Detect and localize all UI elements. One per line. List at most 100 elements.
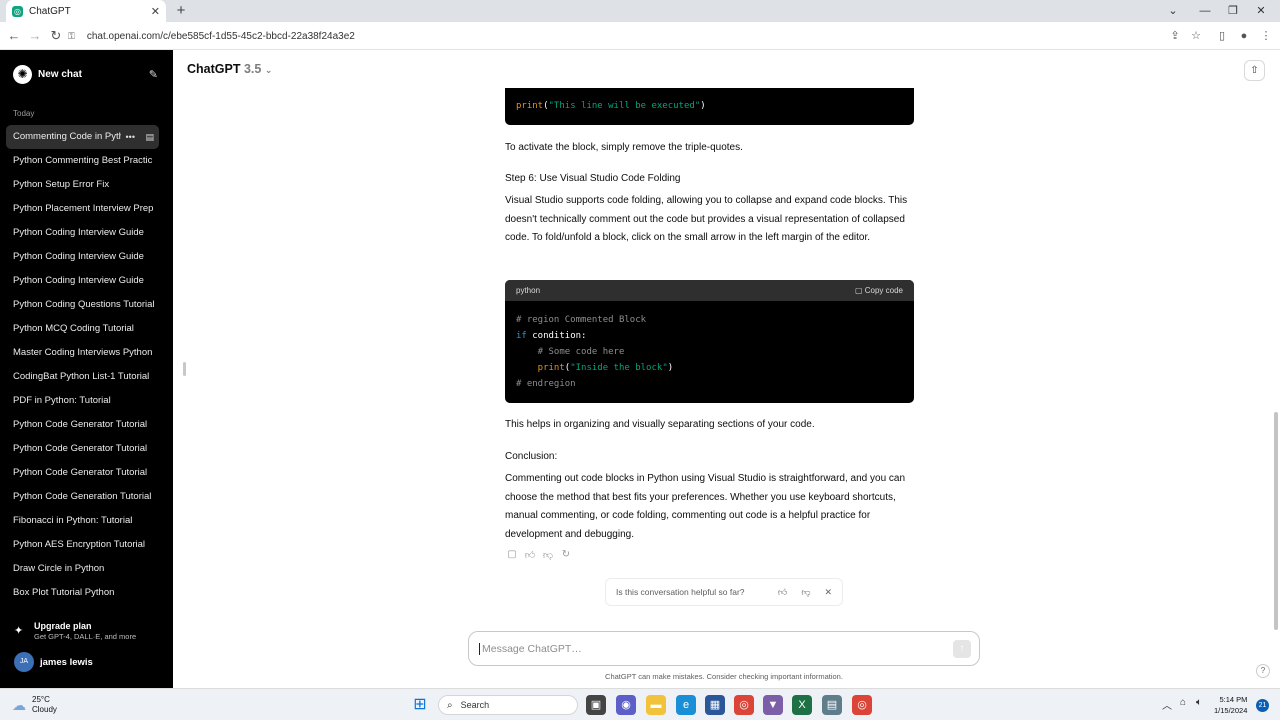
more-options-icon[interactable]: ••• (126, 132, 135, 142)
profile-icon[interactable]: ● (1235, 26, 1253, 46)
app-icon[interactable]: ▤ (822, 695, 842, 715)
browser-menu-icon[interactable]: ⋮ (1257, 26, 1275, 46)
openai-logo-icon: ✺ (13, 64, 32, 84)
thumbs-up-icon[interactable]: 👍︎ (524, 549, 536, 561)
excel-icon[interactable]: X (792, 695, 812, 715)
system-clock[interactable]: 5:14 PM 1/15/2024 (1214, 694, 1247, 716)
chat-history-item[interactable]: Fibonacci in Python: Tutorial (6, 509, 159, 533)
app-icon[interactable]: ▼ (763, 695, 783, 715)
scrollbar[interactable] (1274, 412, 1278, 630)
tab-title: ChatGPT (29, 5, 71, 17)
tab-close-icon[interactable]: ✕ (151, 5, 160, 18)
response-paragraph: Visual Studio supports code folding, all… (505, 195, 908, 244)
browser-tab[interactable]: ◎ ChatGPT ✕ (6, 0, 166, 22)
taskbar: ☁ 25°C Cloudy ⊞ ⌕ Search ▣ ◉ ▬ e ▦ ◎ ▼ X… (0, 688, 1280, 720)
code-line: print("Inside the block") (516, 363, 674, 373)
chat-history-item[interactable]: Python Setup Error Fix (6, 173, 159, 197)
chat-history-item[interactable]: Python Code Generator Tutorial (6, 413, 159, 437)
code-block-header: python ▢ Copy code (505, 280, 914, 301)
thumbs-down-icon[interactable]: 👎︎ (801, 587, 810, 598)
upgrade-plan-button[interactable]: ✦ Upgrade plan Get GPT-4, DALL·E, and mo… (14, 621, 164, 641)
chrome-icon[interactable]: ◎ (734, 695, 754, 715)
response-paragraph: To activate the block, simply remove the… (505, 142, 743, 153)
chrome-active-icon[interactable]: ◎ (852, 695, 872, 715)
chat-history-item[interactable]: Commenting Code in Pyth ••• ▤ (6, 125, 159, 149)
chat-history-item[interactable]: Python AES Encryption Tutorial (6, 533, 159, 557)
chat-history-item[interactable]: Python Code Generator Tutorial (6, 461, 159, 485)
thumbs-up-icon[interactable]: 👍︎ (778, 587, 787, 598)
archive-icon[interactable]: ▤ (145, 132, 154, 142)
share-button[interactable]: ⇧ (1244, 60, 1265, 81)
response-paragraph: Commenting out code blocks in Python usi… (505, 473, 906, 541)
model-selector[interactable]: ChatGPT 3.5 ⌄ (187, 62, 272, 76)
new-chat-button[interactable]: ✺ New chat ✎ (8, 62, 158, 86)
tab-search-icon[interactable]: ⌄ (1163, 2, 1183, 20)
browser-toolbar: ← → ↻ ⚿ chat.openai.com/c/ebe585cf-1d55-… (0, 22, 1280, 50)
clock-date: 1/15/2024 (1214, 706, 1248, 715)
site-info-icon[interactable]: ⚿ (68, 31, 75, 42)
start-icon[interactable]: ⊞ (410, 695, 430, 715)
forward-icon[interactable]: → (25, 26, 45, 46)
network-icon[interactable]: ⌂ (1180, 697, 1186, 708)
sidebar-collapse-handle[interactable] (183, 362, 186, 376)
chat-history-item[interactable]: Draw Circle in Python (6, 557, 159, 581)
chevron-up-icon[interactable]: ︿ (1162, 697, 1172, 712)
chat-actions: ••• ▤ (126, 125, 154, 149)
thumbs-down-icon[interactable]: 👎︎ (542, 549, 554, 561)
address-bar[interactable]: ⚿ chat.openai.com/c/ebe585cf-1d55-45c2-b… (68, 26, 1168, 46)
reload-icon[interactable]: ↻ (46, 26, 66, 46)
chatgpt-favicon-icon: ◎ (12, 5, 23, 17)
chat-history-item[interactable]: Python Commenting Best Practic (6, 149, 159, 173)
conclusion-heading: Conclusion: (505, 451, 558, 462)
chat-history-item[interactable]: Python MCQ Coding Tutorial (6, 317, 159, 341)
minimize-icon[interactable]: — (1195, 2, 1215, 20)
weather-widget[interactable]: ☁ 25°C Cloudy (12, 695, 57, 715)
model-name: ChatGPT (187, 62, 241, 76)
code-block-previous: print("This line will be executed") (505, 88, 914, 125)
copy-icon[interactable]: ▢ (506, 549, 518, 561)
close-icon[interactable]: ✕ (824, 587, 832, 598)
help-button[interactable]: ? (1256, 664, 1270, 678)
close-window-icon[interactable]: ✕ (1251, 2, 1271, 20)
side-panel-icon[interactable]: ▯ (1213, 26, 1231, 46)
notification-badge[interactable]: 21 (1256, 699, 1269, 712)
chat-history-item[interactable]: Python Coding Interview Guide (6, 245, 159, 269)
chat-app-icon[interactable]: ◉ (616, 695, 636, 715)
chat-history-item[interactable]: PDF in Python: Tutorial (6, 389, 159, 413)
chat-history-item[interactable]: Python Coding Interview Guide (6, 221, 159, 245)
chat-history-item[interactable]: CodingBat Python List-1 Tutorial (6, 365, 159, 389)
message-input[interactable] (479, 642, 953, 655)
maximize-icon[interactable]: ❐ (1223, 2, 1243, 20)
model-version: 3.5 (243, 62, 262, 76)
edge-icon[interactable]: e (676, 695, 696, 715)
arrow-up-icon: ↑ (959, 642, 965, 654)
copy-code-button[interactable]: ▢ Copy code (855, 286, 903, 295)
regenerate-icon[interactable]: ↻ (560, 549, 572, 561)
taskbar-search[interactable]: ⌕ Search (438, 695, 578, 715)
chat-history-item[interactable]: Python Code Generator Tutorial (6, 437, 159, 461)
send-button[interactable]: ↑ (953, 639, 971, 658)
share-page-icon[interactable]: ⇪ (1166, 26, 1184, 46)
compose-icon[interactable]: ✎ (149, 68, 158, 81)
user-menu[interactable]: JA james lewis (14, 652, 93, 672)
chat-history-item[interactable]: Python Placement Interview Prep (6, 197, 159, 221)
message-composer: ↑ (468, 631, 980, 666)
new-tab-button[interactable]: + (172, 2, 190, 20)
store-icon[interactable]: ▦ (705, 695, 725, 715)
feedback-question: Is this conversation helpful so far? (616, 587, 745, 597)
avatar: JA (14, 652, 34, 672)
chat-history-item[interactable]: Python Coding Interview Guide (6, 269, 159, 293)
code-block: python ▢ Copy code # region Commented Bl… (505, 280, 914, 403)
temperature: 25°C (32, 695, 50, 704)
bookmark-star-icon[interactable]: ☆ (1187, 26, 1205, 46)
chat-history-item[interactable]: Python Coding Questions Tutorial (6, 293, 159, 317)
chevron-down-icon: ⌄ (264, 65, 273, 75)
search-icon: ⌕ (447, 699, 453, 711)
back-icon[interactable]: ← (4, 26, 24, 46)
task-view-icon[interactable]: ▣ (586, 695, 606, 715)
chat-history-item[interactable]: Master Coding Interviews Python (6, 341, 159, 365)
file-explorer-icon[interactable]: ▬ (646, 695, 666, 715)
chat-history-item[interactable]: Python Code Generation Tutorial (6, 485, 159, 509)
volume-icon[interactable]: 🔈︎ (1196, 697, 1202, 708)
chat-history-item[interactable]: Box Plot Tutorial Python (6, 581, 159, 605)
